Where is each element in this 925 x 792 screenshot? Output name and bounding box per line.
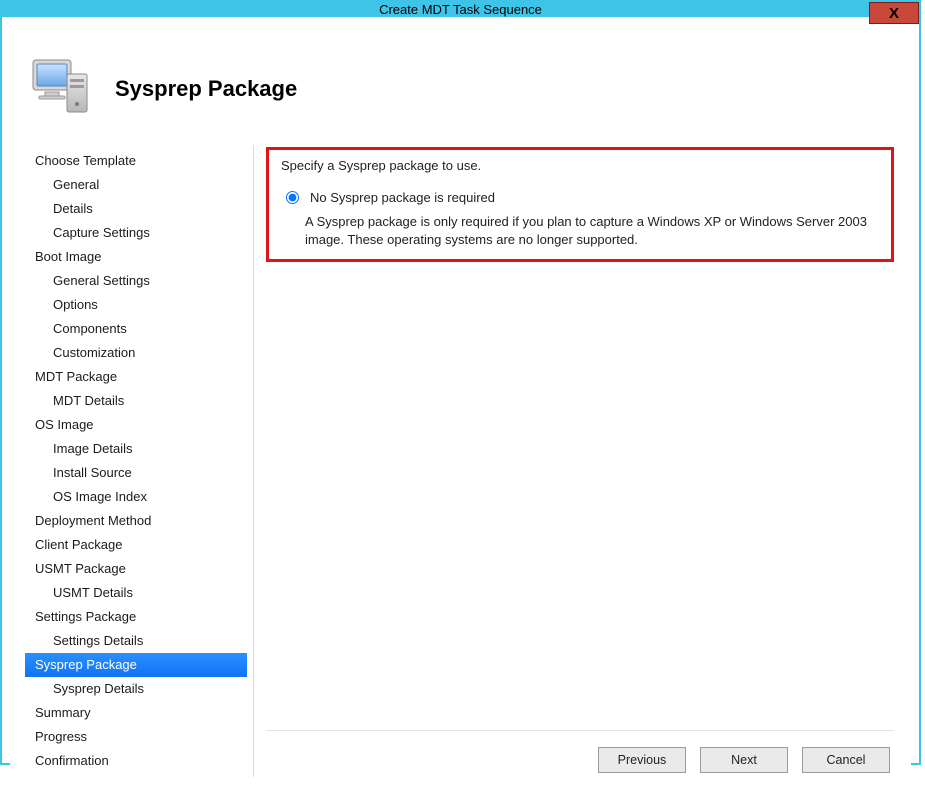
radio-label[interactable]: No Sysprep package is required xyxy=(310,189,495,207)
close-icon: X xyxy=(889,5,899,22)
previous-button[interactable]: Previous xyxy=(598,747,686,773)
wizard-body: Sysprep Package Choose TemplateGeneralDe… xyxy=(10,25,911,792)
nav-group-mdt-package[interactable]: MDT Package xyxy=(25,365,247,389)
wizard-footer: Previous Next Cancel xyxy=(266,730,894,775)
nav-item-image-details[interactable]: Image Details xyxy=(25,437,247,461)
wizard-header: Sysprep Package xyxy=(25,36,896,145)
nav-group-deployment-method[interactable]: Deployment Method xyxy=(25,509,247,533)
wizard-window: Create MDT Task Sequence X xyxy=(0,0,921,765)
nav-item-install-source[interactable]: Install Source xyxy=(25,461,247,485)
nav-item-mdt-details[interactable]: MDT Details xyxy=(25,389,247,413)
nav-group-usmt-package[interactable]: USMT Package xyxy=(25,557,247,581)
window-title: Create MDT Task Sequence xyxy=(379,2,542,17)
radio-input[interactable] xyxy=(286,191,299,204)
nav-item-options[interactable]: Options xyxy=(25,293,247,317)
nav-group-client-package[interactable]: Client Package xyxy=(25,533,247,557)
close-button[interactable]: X xyxy=(869,2,919,24)
highlight-annotation: Specify a Sysprep package to use. No Sys… xyxy=(266,147,894,262)
divider xyxy=(253,145,254,777)
wizard-nav: Choose TemplateGeneralDetailsCapture Set… xyxy=(25,145,247,777)
nav-group-os-image[interactable]: OS Image xyxy=(25,413,247,437)
option-no-sysprep[interactable]: No Sysprep package is required xyxy=(281,189,879,207)
nav-group-sysprep-package[interactable]: Sysprep Package xyxy=(25,653,247,677)
wizard-split: Choose TemplateGeneralDetailsCapture Set… xyxy=(25,145,896,777)
nav-group-settings-package[interactable]: Settings Package xyxy=(25,605,247,629)
nav-group-confirmation[interactable]: Confirmation xyxy=(25,749,247,773)
nav-item-customization[interactable]: Customization xyxy=(25,341,247,365)
titlebar: Create MDT Task Sequence X xyxy=(2,2,919,17)
nav-group-progress[interactable]: Progress xyxy=(25,725,247,749)
page-title: Sysprep Package xyxy=(115,76,297,102)
nav-item-details[interactable]: Details xyxy=(25,197,247,221)
nav-group-summary[interactable]: Summary xyxy=(25,701,247,725)
nav-item-general[interactable]: General xyxy=(25,173,247,197)
nav-item-capture-settings[interactable]: Capture Settings xyxy=(25,221,247,245)
nav-item-usmt-details[interactable]: USMT Details xyxy=(25,581,247,605)
next-button[interactable]: Next xyxy=(700,747,788,773)
option-description: A Sysprep package is only required if yo… xyxy=(305,213,879,249)
cancel-button[interactable]: Cancel xyxy=(802,747,890,773)
instruction-text: Specify a Sysprep package to use. xyxy=(281,158,879,173)
nav-item-settings-details[interactable]: Settings Details xyxy=(25,629,247,653)
nav-group-choose-template[interactable]: Choose Template xyxy=(25,149,247,173)
nav-item-sysprep-details[interactable]: Sysprep Details xyxy=(25,677,247,701)
nav-item-os-image-index[interactable]: OS Image Index xyxy=(25,485,247,509)
nav-group-boot-image[interactable]: Boot Image xyxy=(25,245,247,269)
nav-item-components[interactable]: Components xyxy=(25,317,247,341)
wizard-content: Specify a Sysprep package to use. No Sys… xyxy=(260,145,896,777)
nav-item-general-settings[interactable]: General Settings xyxy=(25,269,247,293)
computer-icon xyxy=(29,54,93,123)
